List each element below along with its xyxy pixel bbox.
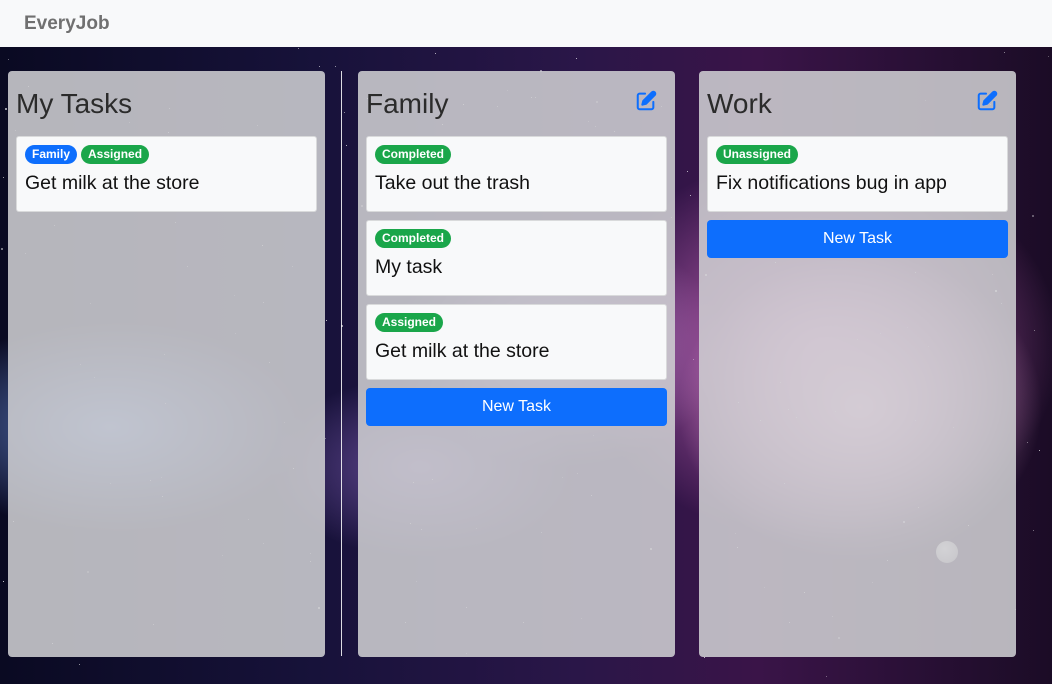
- star: [690, 195, 691, 196]
- task-title: Take out the trash: [375, 172, 531, 194]
- star: [1027, 442, 1028, 443]
- task-title: Get milk at the store: [25, 172, 200, 194]
- column-title: My Tasks: [16, 88, 133, 119]
- column-header: My Tasks: [16, 79, 317, 136]
- star: [826, 676, 827, 677]
- task-card[interactable]: Completed My task: [366, 220, 667, 296]
- column-title: Work: [707, 88, 772, 119]
- group-badge: Family: [25, 145, 78, 164]
- star: [1048, 56, 1049, 57]
- star: [3, 177, 4, 178]
- status-badge: Completed: [375, 145, 452, 164]
- status-badge: Completed: [375, 229, 452, 248]
- edit-icon[interactable]: [976, 90, 998, 112]
- new-task-button[interactable]: New Task: [366, 388, 667, 426]
- column-family: Family Completed Take out the trash Comp…: [358, 71, 675, 657]
- brand-logo[interactable]: EveryJob: [24, 13, 110, 35]
- star: [8, 59, 9, 60]
- task-card[interactable]: Assigned Get milk at the store: [366, 304, 667, 380]
- star: [576, 58, 577, 59]
- column-divider: [341, 71, 342, 656]
- badge-row: Unassigned: [716, 145, 999, 164]
- star: [1033, 530, 1034, 531]
- star: [344, 112, 345, 113]
- new-task-button[interactable]: New Task: [707, 220, 1008, 258]
- task-title: My task: [375, 256, 443, 278]
- star: [435, 53, 436, 54]
- column-header: Family: [366, 79, 667, 136]
- column-work: Work Unassigned Fix notifications bug in…: [699, 71, 1016, 657]
- star: [5, 108, 7, 110]
- column-my-tasks: My Tasks Family Assigned Get milk at the…: [8, 71, 325, 657]
- star: [1032, 215, 1034, 217]
- star: [1, 248, 3, 250]
- status-badge: Unassigned: [716, 145, 799, 164]
- badge-row: Completed: [375, 145, 658, 164]
- star: [1039, 450, 1040, 451]
- star: [325, 438, 326, 439]
- task-card[interactable]: Completed Take out the trash: [366, 136, 667, 212]
- star: [1004, 52, 1005, 53]
- navbar: EveryJob: [0, 0, 1052, 47]
- task-title: Fix notifications bug in app: [716, 172, 947, 194]
- edit-icon[interactable]: [635, 90, 657, 112]
- column-title: Family: [366, 88, 449, 119]
- star: [298, 48, 299, 49]
- star: [693, 359, 694, 360]
- star: [1034, 330, 1035, 331]
- task-title: Get milk at the store: [375, 340, 550, 362]
- badge-row: Assigned: [375, 313, 658, 332]
- star: [326, 320, 327, 321]
- star: [704, 657, 705, 658]
- star: [3, 581, 4, 582]
- column-header: Work: [707, 79, 1008, 136]
- task-card[interactable]: Unassigned Fix notifications bug in app: [707, 136, 1008, 212]
- status-badge: Assigned: [81, 145, 150, 164]
- task-card[interactable]: Family Assigned Get milk at the store: [16, 136, 317, 212]
- status-badge: Assigned: [375, 313, 444, 332]
- star: [346, 145, 347, 146]
- star: [335, 66, 336, 67]
- badge-row: Completed: [375, 229, 658, 248]
- star: [687, 171, 688, 172]
- badge-row: Family Assigned: [25, 145, 308, 164]
- star: [319, 66, 320, 67]
- star: [79, 664, 80, 665]
